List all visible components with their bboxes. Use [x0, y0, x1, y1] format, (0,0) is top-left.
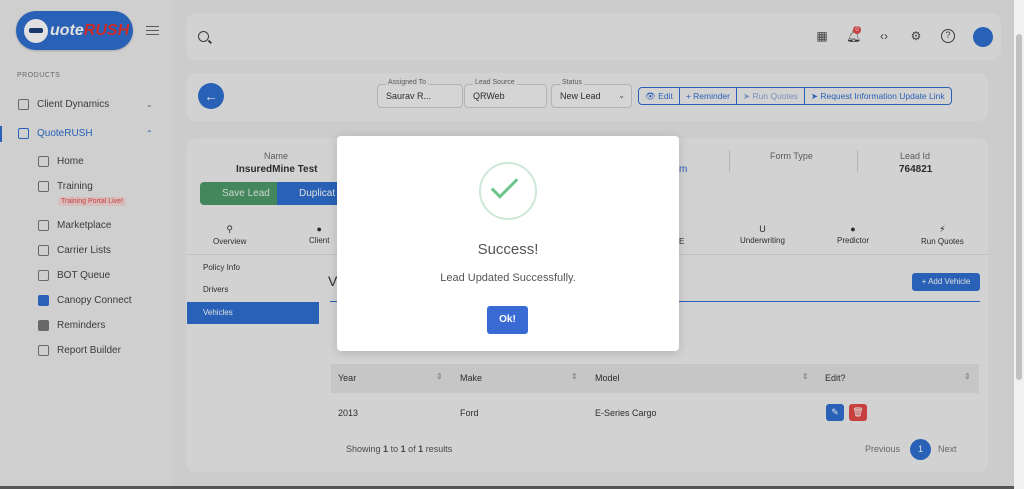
- ok-button[interactable]: Ok!: [487, 306, 528, 334]
- dialog-message: Lead Updated Successfully.: [440, 272, 576, 284]
- scrollbar[interactable]: [1014, 0, 1024, 489]
- scrollbar-thumb[interactable]: [1016, 34, 1022, 380]
- dialog-title: Success!: [477, 241, 539, 258]
- success-check-icon: [479, 162, 537, 220]
- success-dialog: Success! Lead Updated Successfully. Ok!: [337, 136, 679, 351]
